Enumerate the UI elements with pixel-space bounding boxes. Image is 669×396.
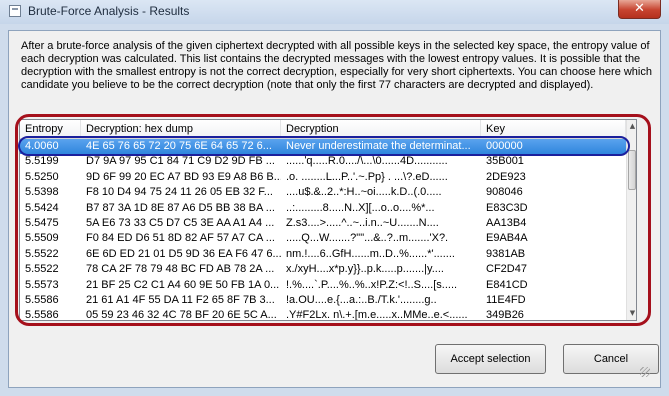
cell-key: 9381AB bbox=[486, 247, 526, 260]
cell-decryption: !a.OU....e.{...a.:..B./T.k.'........g.. bbox=[286, 293, 437, 306]
cell-entropy: 5.5573 bbox=[25, 278, 59, 291]
scroll-down-arrow-icon[interactable]: ▼ bbox=[627, 307, 636, 320]
table-row[interactable]: 5.5522 78 CA 2F 78 79 48 BC FD AB 78 2A .… bbox=[20, 262, 626, 277]
cell-hex-dump: 6E 6D ED 21 01 D5 9D 36 EA F6 47 6... bbox=[86, 247, 281, 260]
cell-entropy: 5.5424 bbox=[25, 201, 59, 214]
table-row[interactable]: 5.5586 05 59 23 46 32 4C 78 BF 20 6E 5C A… bbox=[20, 308, 626, 321]
cell-hex-dump: F0 84 ED D6 51 8D 82 AF 57 A7 CA ... bbox=[86, 232, 275, 245]
cell-hex-dump: 21 61 A1 4F 55 DA 11 F2 65 8F 7B 3... bbox=[86, 293, 275, 306]
cell-key: 000000 bbox=[486, 140, 523, 152]
cell-entropy: 5.5586 bbox=[25, 293, 59, 306]
cell-entropy: 5.5398 bbox=[25, 186, 59, 199]
cell-decryption: !.%....`.P....%..%..x!P.Z:<!..S....[s...… bbox=[286, 278, 458, 291]
cell-decryption: Never underestimate the determinat... bbox=[286, 140, 471, 152]
cell-key: 11E4FD bbox=[486, 293, 526, 306]
cell-decryption: .Y#F2Lx. n\.+.[m.e.....x..MMe..e.<...... bbox=[286, 309, 468, 321]
cell-decryption: Z.s3....>.....^..~..i.n..~U.......N.... bbox=[286, 216, 439, 229]
table-row[interactable]: 4.0060 4E 65 76 65 72 20 75 6E 64 65 72 6… bbox=[20, 139, 626, 155]
cell-decryption: ......ʹq.....R.0..../\...\0......4D.....… bbox=[286, 155, 448, 168]
list-rows: 4.0060 4E 65 76 65 72 20 75 6E 64 65 72 6… bbox=[20, 139, 626, 321]
cell-key: E9AB4A bbox=[486, 232, 528, 245]
cell-entropy: 5.5475 bbox=[25, 216, 59, 229]
resize-grip-icon[interactable] bbox=[640, 367, 650, 377]
cell-key: AA13B4 bbox=[486, 216, 527, 229]
cell-entropy: 5.5522 bbox=[25, 263, 59, 276]
cell-hex-dump: 4E 65 76 65 72 20 75 6E 64 65 72 6... bbox=[86, 140, 272, 152]
cell-key: 35B001 bbox=[486, 155, 524, 168]
table-row[interactable]: 5.5250 9D 6F 99 20 EC A7 BD 93 E9 A8 B6 B… bbox=[20, 170, 626, 185]
cell-decryption: .....Q...W.......?""...&..?..m.......'X?… bbox=[286, 232, 449, 245]
column-header-hex-dump[interactable]: Decryption: hex dump bbox=[81, 120, 281, 138]
cell-key: 349B26 bbox=[486, 309, 524, 321]
scroll-up-arrow-icon[interactable]: ▲ bbox=[627, 120, 636, 133]
table-row[interactable]: 5.5509 F0 84 ED D6 51 8D 82 AF 57 A7 CA .… bbox=[20, 231, 626, 246]
cell-hex-dump: B7 87 3A 1D 8E 87 A6 D5 BB 38 BA ... bbox=[86, 201, 275, 214]
table-row[interactable]: 5.5199 D7 9A 97 95 C1 84 71 C9 D2 9D FB .… bbox=[20, 154, 626, 169]
close-button[interactable]: ✕ bbox=[618, 0, 661, 19]
cell-key: 2DE923 bbox=[486, 170, 526, 183]
vertical-scrollbar[interactable]: ▲ ▼ bbox=[626, 120, 636, 320]
table-row[interactable]: 5.5522 6E 6D ED 21 01 D5 9D 36 EA F6 47 6… bbox=[20, 247, 626, 262]
list-header: Entropy Decryption: hex dump Decryption … bbox=[20, 120, 626, 139]
cell-entropy: 5.5199 bbox=[25, 155, 59, 168]
cell-decryption: x./xyH....x*p.y}}..p.k.....p.......|y...… bbox=[286, 263, 444, 276]
cell-hex-dump: D7 9A 97 95 C1 84 71 C9 D2 9D FB ... bbox=[86, 155, 275, 168]
dialog-client-area: After a brute-force analysis of the give… bbox=[8, 30, 661, 388]
cell-decryption: ....u$.&..2..*:H..~oi.....k.D..(.0..... bbox=[286, 186, 442, 199]
cell-key: 908046 bbox=[486, 186, 523, 199]
cell-decryption: ..:.........8.....N..X][...o..o....%*... bbox=[286, 201, 435, 214]
cell-decryption: .o. ........L...P..'.~.Pp} . ...\?.eD...… bbox=[286, 170, 448, 183]
scroll-thumb[interactable] bbox=[628, 150, 636, 190]
cell-decryption: nm.!....6..GfH......m..D..%......*'.....… bbox=[286, 247, 455, 260]
column-header-decryption[interactable]: Decryption bbox=[281, 120, 481, 138]
cell-key: CF2D47 bbox=[486, 263, 527, 276]
table-row[interactable]: 5.5398 F8 10 D4 94 75 24 11 26 05 EB 32 F… bbox=[20, 185, 626, 200]
column-header-entropy[interactable]: Entropy bbox=[20, 120, 81, 138]
cell-key: E83C3D bbox=[486, 201, 528, 214]
table-row[interactable]: 5.5475 5A E6 73 33 C5 D7 C5 3E AA A1 A4 .… bbox=[20, 216, 626, 231]
accept-selection-button[interactable]: Accept selection bbox=[435, 344, 546, 374]
table-row[interactable]: 5.5424 B7 87 3A 1D 8E 87 A6 D5 BB 38 BA .… bbox=[20, 201, 626, 216]
cell-hex-dump: 78 CA 2F 78 79 48 BC FD AB 78 2A ... bbox=[86, 263, 275, 276]
table-row[interactable]: 5.5586 21 61 A1 4F 55 DA 11 F2 65 8F 7B 3… bbox=[20, 293, 626, 308]
cell-hex-dump: 05 59 23 46 32 4C 78 BF 20 6E 5C A... bbox=[86, 309, 277, 321]
cell-hex-dump: 21 BF 25 C2 C1 A4 60 9E 50 FB 1A 0... bbox=[86, 278, 280, 291]
window-title: Brute-Force Analysis - Results bbox=[28, 4, 190, 18]
cell-entropy: 5.5509 bbox=[25, 232, 59, 245]
column-header-key[interactable]: Key bbox=[481, 120, 626, 138]
cell-hex-dump: F8 10 D4 94 75 24 11 26 05 EB 32 F... bbox=[86, 186, 273, 199]
description-text: After a brute-force analysis of the give… bbox=[21, 40, 652, 91]
cell-entropy: 5.5586 bbox=[25, 309, 59, 321]
table-row[interactable]: 5.5573 21 BF 25 C2 C1 A4 60 9E 50 FB 1A 0… bbox=[20, 278, 626, 293]
cell-key: E841CD bbox=[486, 278, 528, 291]
cell-entropy: 5.5522 bbox=[25, 247, 59, 260]
cell-hex-dump: 5A E6 73 33 C5 D7 C5 3E AA A1 A4 ... bbox=[86, 216, 275, 229]
title-bar: Brute-Force Analysis - Results ✕ bbox=[0, 0, 669, 24]
cell-hex-dump: 9D 6F 99 20 EC A7 BD 93 E9 A8 B6 B... bbox=[86, 170, 281, 183]
cell-entropy: 4.0060 bbox=[25, 140, 59, 152]
window-icon bbox=[9, 5, 21, 17]
results-list[interactable]: Entropy Decryption: hex dump Decryption … bbox=[19, 119, 637, 321]
cell-entropy: 5.5250 bbox=[25, 170, 59, 183]
